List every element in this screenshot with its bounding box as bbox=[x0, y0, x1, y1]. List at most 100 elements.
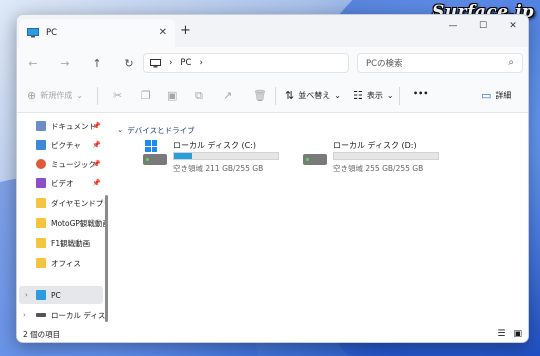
capacity-bar bbox=[333, 152, 439, 160]
sidebar-item-folder[interactable]: MotoGP観戦動画 bbox=[17, 214, 105, 232]
tab-title: PC bbox=[46, 28, 58, 38]
folder-icon bbox=[36, 198, 46, 208]
videos-icon bbox=[36, 178, 46, 188]
new-button[interactable]: ⊕ 新規作成 ⌄ bbox=[27, 89, 83, 102]
pin-icon[interactable]: 📌 bbox=[92, 122, 101, 130]
more-options-icon[interactable]: ••• bbox=[413, 89, 428, 98]
folder-icon bbox=[36, 238, 46, 248]
search-input[interactable]: PCの検索 ⌕ bbox=[357, 53, 523, 73]
drive-free-space: 空き領域 211 GB/255 GB bbox=[173, 164, 264, 173]
divider bbox=[97, 87, 98, 105]
monitor-icon bbox=[36, 290, 46, 300]
address-row: ← → ↑ ↻ › PC › PCの検索 ⌕ bbox=[17, 47, 528, 79]
sidebar-scrollbar[interactable] bbox=[105, 195, 108, 322]
drive-free-space: 空き領域 255 GB/255 GB bbox=[333, 164, 424, 173]
command-bar: ⊕ 新規作成 ⌄ ✂ ❐ ▣ ⧉ ↗ 🗑 ⇅ 並べ替え ⌄ ☷ 表示 ⌄ •••… bbox=[17, 79, 528, 113]
item-count: 2 個の項目 bbox=[23, 329, 61, 339]
forward-arrow-icon[interactable]: → bbox=[49, 57, 81, 70]
sidebar-item-drive-d[interactable]: › ローカル ディスク (D:) bbox=[17, 306, 105, 324]
delete-icon[interactable]: 🗑 bbox=[253, 89, 267, 102]
chevron-down-icon: ⌄ bbox=[117, 125, 124, 134]
close-button[interactable]: ✕ bbox=[498, 15, 528, 37]
hard-drive-icon bbox=[143, 154, 167, 165]
title-bar: PC ✕ + — ☐ ✕ bbox=[17, 15, 528, 47]
sidebar-item-videos[interactable]: ビデオ 📌 bbox=[17, 174, 105, 192]
group-title: デバイスとドライブ bbox=[127, 126, 195, 135]
breadcrumb-pc[interactable]: PC bbox=[180, 58, 191, 68]
copy-icon[interactable]: ❐ bbox=[141, 89, 151, 102]
divider bbox=[399, 87, 400, 105]
tile-view-icon[interactable]: ▣ bbox=[513, 329, 522, 339]
address-bar[interactable]: › PC › bbox=[143, 53, 349, 73]
pin-icon[interactable]: 📌 bbox=[92, 160, 101, 168]
sort-icon: ⇅ bbox=[285, 89, 295, 102]
capacity-bar bbox=[173, 152, 279, 160]
list-view-icon[interactable]: ☰ bbox=[497, 329, 505, 339]
sidebar-item-folder[interactable]: F1観戦動画 bbox=[17, 234, 105, 252]
close-tab-icon[interactable]: ✕ bbox=[159, 27, 167, 38]
details-pane-icon: ▭ bbox=[481, 89, 492, 102]
capacity-fill bbox=[174, 153, 192, 159]
search-icon: ⌕ bbox=[508, 57, 514, 68]
sidebar-item-label: ローカル ディスク (D:) bbox=[51, 310, 105, 320]
status-bar: 2 個の項目 ☰ ▣ bbox=[17, 326, 528, 342]
cut-icon[interactable]: ✂ bbox=[113, 89, 122, 102]
divider bbox=[275, 87, 276, 105]
sidebar-item-label: ビデオ bbox=[51, 178, 74, 188]
navigation-pane: ドキュメント 📌 ピクチャ 📌 ミュージック 📌 ビデオ 📌 ダイヤモンドプリン… bbox=[17, 113, 109, 326]
sidebar-item-pictures[interactable]: ピクチャ 📌 bbox=[17, 136, 105, 154]
sort-button[interactable]: ⇅ 並べ替え ⌄ bbox=[285, 89, 341, 102]
up-arrow-icon[interactable]: ↑ bbox=[81, 57, 113, 70]
rename-icon[interactable]: ⧉ bbox=[195, 89, 203, 103]
sidebar-item-music[interactable]: ミュージック 📌 bbox=[17, 155, 105, 173]
drive-c[interactable]: ローカル ディスク (C:) 空き領域 211 GB/255 GB bbox=[141, 140, 311, 174]
sidebar-item-documents[interactable]: ドキュメント 📌 bbox=[17, 117, 105, 135]
sidebar-item-folder[interactable]: ダイヤモンドプリンセス bbox=[17, 194, 105, 212]
sidebar-item-label: ドキュメント bbox=[51, 121, 96, 131]
folder-icon bbox=[36, 218, 46, 228]
share-icon[interactable]: ↗ bbox=[223, 89, 232, 102]
hard-drive-icon bbox=[303, 154, 327, 165]
sidebar-item-pc[interactable]: › PC bbox=[19, 286, 103, 304]
chevron-down-icon: ⌄ bbox=[386, 91, 394, 100]
view-button[interactable]: ☷ 表示 ⌄ bbox=[353, 89, 394, 102]
chevron-right-icon[interactable]: › bbox=[25, 291, 28, 299]
chevron-right-icon[interactable]: › bbox=[199, 58, 202, 68]
sidebar-item-label: オフィス bbox=[51, 258, 81, 268]
view-toggle: ☰ ▣ bbox=[497, 329, 522, 339]
monitor-icon bbox=[27, 28, 39, 38]
documents-icon bbox=[36, 121, 46, 131]
new-label: 新規作成 bbox=[40, 91, 73, 100]
pin-icon[interactable]: 📌 bbox=[92, 179, 101, 187]
sidebar-item-folder[interactable]: オフィス bbox=[17, 254, 105, 272]
sidebar-item-label: ダイヤモンドプリンセス bbox=[51, 198, 105, 208]
view-icon: ☷ bbox=[353, 89, 363, 102]
sidebar-item-label: MotoGP観戦動画 bbox=[51, 218, 105, 228]
new-tab-button[interactable]: + bbox=[180, 23, 191, 38]
chevron-right-icon[interactable]: › bbox=[23, 311, 26, 319]
back-arrow-icon[interactable]: ← bbox=[17, 57, 49, 70]
sidebar-item-label: PC bbox=[51, 290, 61, 300]
plus-circle-icon: ⊕ bbox=[27, 89, 37, 102]
pictures-icon bbox=[36, 140, 46, 150]
windows-logo-icon bbox=[145, 140, 157, 152]
tab-pc[interactable]: PC ✕ bbox=[19, 19, 175, 47]
minimize-button[interactable]: — bbox=[438, 15, 468, 37]
sidebar-item-label: F1観戦動画 bbox=[51, 238, 91, 248]
sidebar-item-label: ミュージック bbox=[51, 159, 96, 169]
details-label: 詳細 bbox=[495, 91, 512, 100]
chevron-down-icon: ⌄ bbox=[76, 91, 83, 100]
file-explorer-window: PC ✕ + — ☐ ✕ ← → ↑ ↻ › PC › PCの検索 ⌕ ⊕ 新規… bbox=[16, 14, 529, 343]
group-header[interactable]: ⌄ デバイスとドライブ bbox=[117, 125, 195, 136]
pin-icon[interactable]: 📌 bbox=[92, 141, 101, 149]
monitor-icon bbox=[150, 58, 161, 67]
sort-label: 並べ替え bbox=[298, 91, 331, 100]
refresh-icon[interactable]: ↻ bbox=[113, 57, 145, 70]
window-controls: — ☐ ✕ bbox=[438, 15, 528, 37]
maximize-button[interactable]: ☐ bbox=[468, 15, 498, 37]
details-button[interactable]: ▭ 詳細 bbox=[481, 89, 511, 102]
chevron-right-icon: › bbox=[169, 58, 173, 68]
sidebar-item-label: ピクチャ bbox=[51, 140, 81, 150]
paste-icon[interactable]: ▣ bbox=[167, 89, 177, 102]
drive-d[interactable]: ローカル ディスク (D:) 空き領域 255 GB/255 GB bbox=[301, 140, 471, 174]
